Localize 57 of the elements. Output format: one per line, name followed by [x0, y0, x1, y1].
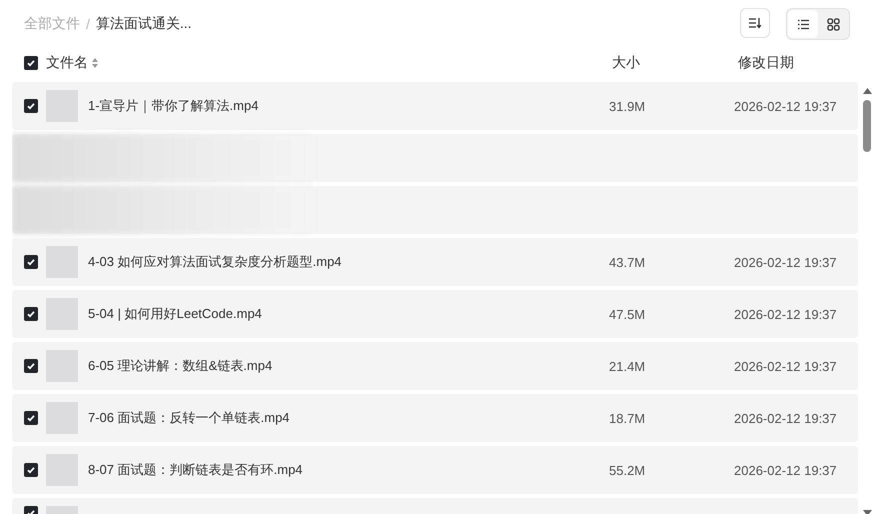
file-row[interactable]: 7-06 面试题：反转一个单链表.mp4 18.7M 2026-02-12 19:37 — [12, 394, 858, 442]
column-header[interactable]: 文件名 — [46, 54, 88, 72]
modified-date: 2026-02-12 19:37 — [734, 462, 837, 478]
checkbox[interactable] — [24, 99, 38, 113]
file-size: 47.5M — [609, 306, 646, 322]
check-icon — [26, 309, 36, 319]
column-header[interactable]: 修改日期 — [738, 54, 794, 72]
file-name: 7-06 面试题：反转一个单链表.mp4 — [88, 409, 290, 427]
list-icon — [796, 18, 810, 30]
sort-button[interactable] — [740, 8, 770, 38]
scrollbar-thumb[interactable] — [863, 100, 871, 152]
file-size: 43.7M — [609, 254, 646, 270]
file-row[interactable]: 4-03 如何应对算法面试复杂度分析题型.mp4 43.7M 2026-02-12 19:37 — [12, 238, 858, 286]
file-size: 21.4M — [609, 358, 646, 374]
file-size: 31.9M — [609, 98, 646, 114]
sort-icon[interactable] — [92, 58, 98, 68]
breadcrumb-separator: / — [86, 16, 90, 32]
grid-icon — [826, 18, 840, 30]
checkbox[interactable] — [24, 255, 38, 269]
scroll-up-icon[interactable] — [862, 88, 872, 94]
photo-placeholder — [46, 246, 78, 278]
file-size: 55.2M — [609, 462, 646, 478]
modified-date: 2026-02-12 19:37 — [734, 306, 837, 322]
file-row[interactable]: 5-04 | 如何用好LeetCode.mp4 47.5M 2026-02-12 19:37 — [12, 290, 858, 338]
file-row[interactable]: 8-07 面试题：判断链表是否有环.mp4 55.2M 2026-02-12 19:37 — [12, 446, 858, 494]
checkbox[interactable] — [24, 463, 38, 477]
checkbox[interactable] — [24, 56, 38, 70]
file-size: 18.7M — [609, 410, 646, 426]
checkbox[interactable] — [24, 307, 38, 321]
check-icon — [26, 413, 36, 423]
file-name: 1-宣导片｜带你了解算法.mp4 — [88, 97, 258, 115]
file-name: 8-07 面试题：判断链表是否有环.mp4 — [88, 461, 303, 479]
checkbox[interactable] — [24, 411, 38, 425]
file-name: 6-05 理论讲解：数组&链表.mp4 — [88, 357, 272, 375]
file-name: 4-03 如何应对算法面试复杂度分析题型.mp4 — [88, 253, 342, 271]
file-row[interactable]: 6-05 理论讲解：数组&链表.mp4 21.4M 2026-02-12 19:37 — [12, 342, 858, 390]
check-icon — [26, 58, 36, 68]
photo-placeholder — [46, 454, 78, 486]
check-icon — [26, 257, 36, 267]
breadcrumb-item: 算法面试通关... — [96, 15, 192, 33]
modified-date: 2026-02-12 19:37 — [734, 358, 837, 374]
checkbox[interactable] — [24, 359, 38, 373]
modified-date: 2026-02-12 19:37 — [734, 410, 837, 426]
list-view-button[interactable] — [788, 10, 818, 38]
check-icon — [26, 465, 36, 475]
check-icon — [26, 101, 36, 111]
sort-icon — [748, 17, 762, 29]
photo-placeholder — [46, 350, 78, 382]
photo-placeholder — [46, 90, 78, 122]
check-icon — [26, 361, 36, 371]
file-row[interactable]: 1-宣导片｜带你了解算法.mp4 31.9M 2026-02-12 19:37 — [12, 82, 858, 130]
photo-placeholder — [46, 402, 78, 434]
modified-date: 2026-02-12 19:37 — [734, 98, 837, 114]
file-name: 5-04 | 如何用好LeetCode.mp4 — [88, 305, 262, 323]
photo-placeholder — [46, 298, 78, 330]
column-header[interactable]: 大小 — [612, 54, 640, 72]
modified-date: 2026-02-12 19:37 — [734, 254, 837, 270]
